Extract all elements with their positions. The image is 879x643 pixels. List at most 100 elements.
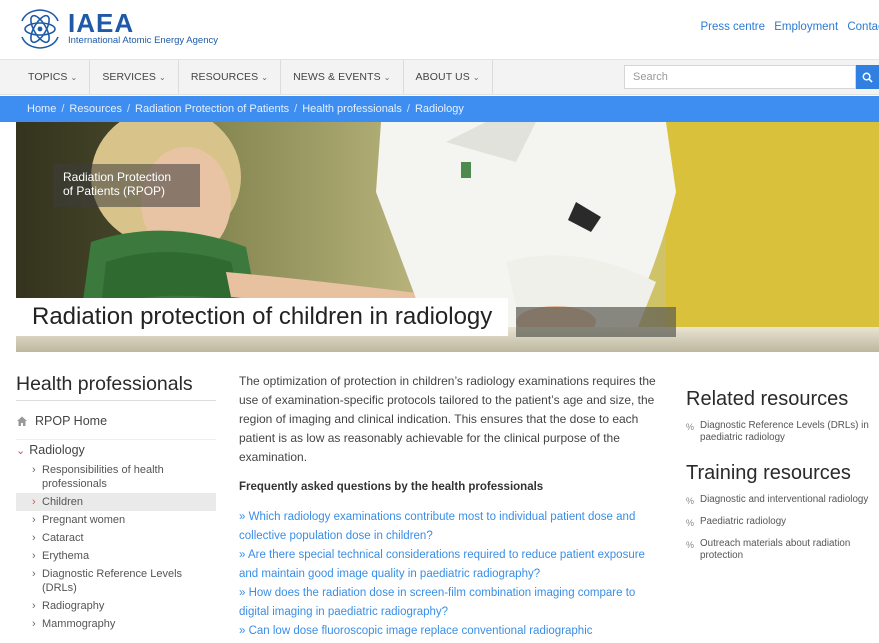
main-content: The optimization of protection in childr… [239, 372, 664, 641]
faq-link[interactable]: » Which radiology examinations contribut… [239, 508, 664, 546]
nav-services[interactable]: SERVICES ⌄ [90, 60, 179, 94]
sidebar-item-mammography[interactable]: › Mammography [16, 615, 216, 633]
training-resource-label: Paediatric radiology [700, 516, 787, 527]
chevron-down-icon: ⌄ [16, 445, 26, 457]
chevron-right-icon: › [32, 550, 36, 562]
search-input[interactable]: Search [624, 65, 856, 89]
sidebar-sub-list: › Responsibilities of health professional… [16, 461, 216, 633]
sidebar-item-drls[interactable]: › Diagnostic Reference Levels (DRLs) [16, 565, 216, 597]
breadcrumb-separator: / [406, 103, 410, 115]
chevron-down-icon: ⌄ [261, 73, 269, 82]
breadcrumb-separator: / [61, 103, 65, 115]
faq-link[interactable]: » Are there special technical considerat… [239, 546, 664, 584]
site-header: IAEA International Atomic Energy Agency … [0, 0, 879, 56]
home-icon [17, 416, 27, 426]
related-resources-heading: Related resources [686, 388, 849, 410]
sidebar-radiology-label: Radiology [29, 443, 85, 457]
nav-resources[interactable]: RESOURCES ⌄ [179, 60, 282, 94]
sidebar-title: Health professionals [16, 372, 216, 401]
sidebar-item-label: Erythema [42, 550, 90, 562]
related-resource-label: Diagnostic Reference Levels (DRLs) in pa… [700, 420, 869, 443]
logo-name: IAEA [68, 8, 135, 38]
link-icon: % [686, 422, 695, 432]
nav-resources-label: RESOURCES [190, 71, 259, 83]
top-links: Press centre Employment Contact [694, 21, 879, 33]
sidebar-item-rpop-home[interactable]: RPOP Home [16, 411, 216, 431]
related-resource-link[interactable]: % Diagnostic Reference Levels (DRLs) in p… [686, 420, 876, 444]
training-resource-link[interactable]: % Outreach materials about radiation prot… [686, 538, 876, 562]
chevron-right-icon: › [32, 618, 36, 630]
sidebar-item-erythema[interactable]: › Erythema [16, 547, 216, 565]
training-resources-list: % Diagnostic and interventional radiology… [686, 494, 876, 562]
search-button[interactable] [856, 65, 879, 89]
training-resource-label: Diagnostic and interventional radiology [700, 494, 869, 505]
sidebar-item-label: Pregnant women [42, 514, 126, 526]
rpop-badge-line1: Radiation Protection [63, 170, 172, 184]
faq-link[interactable]: » Can low dose fluoroscopic image replac… [239, 622, 664, 641]
training-resource-link[interactable]: % Paediatric radiology [686, 516, 876, 528]
chevron-right-icon: › [32, 464, 36, 476]
intro-paragraph: The optimization of protection in childr… [239, 374, 656, 464]
chevron-down-icon: ⌄ [383, 73, 391, 82]
nav-news-events-label: NEWS & EVENTS [293, 71, 381, 83]
sidebar-item-children[interactable]: › Children [16, 493, 216, 511]
chevron-right-icon: › [32, 496, 36, 508]
search-icon [862, 72, 873, 83]
sidebar-item-responsibilities[interactable]: › Responsibilities of health professional… [16, 461, 216, 493]
sidebar-item-label: Mammography [42, 618, 116, 630]
chevron-right-icon: › [32, 568, 36, 580]
training-resource-link[interactable]: % Diagnostic and interventional radiology [686, 494, 876, 506]
breadcrumb-rpop[interactable]: Radiation Protection of Patients [135, 103, 289, 115]
resources-column: Related resources % Diagnostic Reference … [686, 386, 876, 572]
nav-topics-label: TOPICS [28, 71, 68, 83]
sidebar-home-label: RPOP Home [35, 414, 108, 428]
chevron-right-icon: › [32, 514, 36, 526]
rpop-badge: Radiation Protection of Patients (RPOP) [53, 164, 200, 207]
link-icon: % [686, 518, 695, 528]
nav-about-us[interactable]: ABOUT US ⌄ [404, 60, 493, 94]
training-resources-heading: Training resources [686, 462, 851, 484]
nav-services-label: SERVICES [102, 71, 157, 83]
faq-link[interactable]: » How does the radiation dose in screen-… [239, 584, 664, 622]
breadcrumb-separator: / [294, 103, 298, 115]
sidebar-item-pregnant-women[interactable]: › Pregnant women [16, 511, 216, 529]
sidebar-item-cataract[interactable]: › Cataract [16, 529, 216, 547]
sidebar-item-label: Radiography [42, 600, 105, 612]
nav-news-events[interactable]: NEWS & EVENTS ⌄ [281, 60, 404, 94]
faq-list: » Which radiology examinations contribut… [239, 508, 664, 641]
breadcrumb-separator: / [126, 103, 131, 115]
chevron-down-icon: ⌄ [70, 73, 78, 82]
employment-link[interactable]: Employment [774, 21, 838, 33]
chevron-right-icon: › [32, 600, 36, 612]
rpop-badge-line2: of Patients (RPOP) [63, 184, 166, 198]
faq-heading: Frequently asked questions by the health… [239, 481, 544, 493]
chevron-down-icon: ⌄ [472, 73, 480, 82]
sidebar: Health professionals RPOP Home ⌄ Radiolog… [16, 372, 216, 633]
press-centre-link[interactable]: Press centre [700, 21, 765, 33]
sidebar-item-label: Responsibilities of health professionals [42, 464, 164, 490]
link-icon: % [686, 496, 695, 506]
breadcrumb-health-professionals[interactable]: Health professionals [302, 103, 402, 115]
link-icon: % [686, 540, 695, 550]
breadcrumb-resources[interactable]: Resources [69, 103, 122, 115]
sidebar-item-radiography[interactable]: › Radiography [16, 597, 216, 615]
nav-topics[interactable]: TOPICS ⌄ [16, 60, 91, 94]
sidebar-item-label: Cataract [42, 532, 84, 544]
sidebar-item-label: Children [42, 496, 83, 508]
chevron-right-icon: › [32, 532, 36, 544]
breadcrumb-radiology[interactable]: Radiology [415, 103, 464, 115]
iaea-logo[interactable]: IAEA International Atomic Energy Agency [18, 7, 248, 51]
page-title: Radiation protection of children in radi… [16, 298, 509, 336]
chevron-down-icon: ⌄ [159, 73, 166, 82]
contact-link[interactable]: Contact [847, 21, 879, 33]
sidebar-item-label: Diagnostic Reference Levels (DRLs) [42, 568, 183, 594]
logo-subtitle: International Atomic Energy Agency [68, 35, 218, 46]
nav-about-us-label: ABOUT US [415, 71, 470, 83]
related-resources-list: % Diagnostic Reference Levels (DRLs) in p… [686, 420, 876, 444]
sidebar-item-radiology[interactable]: ⌄ Radiology [16, 439, 216, 459]
atom-emblem-icon [21, 9, 59, 49]
training-resource-label: Outreach materials about radiation prote… [700, 538, 851, 561]
main-nav: TOPICS ⌄ SERVICES ⌄ RESOURCES ⌄ NEWS & EVEN… [0, 59, 879, 95]
breadcrumb: Home / Resources / Radiation Protection of P… [0, 96, 879, 122]
breadcrumb-home[interactable]: Home [27, 103, 56, 115]
